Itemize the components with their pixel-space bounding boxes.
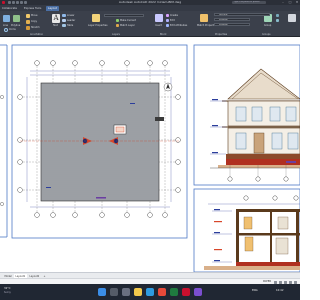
match-layer-icon[interactable] (116, 24, 119, 27)
linetype-combo[interactable]: ByLayer (214, 18, 250, 21)
search-taskbar-icon[interactable] (110, 288, 118, 296)
circle-label[interactable]: Circle (9, 28, 16, 31)
excel-icon[interactable] (170, 288, 178, 296)
teams-icon[interactable] (194, 288, 202, 296)
line-icon[interactable] (3, 15, 10, 22)
taskbar: 32°C Sunny ENG 10:42 (0, 284, 300, 300)
stretch-icon[interactable] (26, 26, 30, 30)
house-section (204, 195, 300, 270)
language-indicator[interactable]: ENG (252, 289, 258, 292)
drawing-canvas[interactable] (0, 37, 301, 273)
edit-attributes-icon[interactable] (166, 24, 169, 27)
create-block-icon[interactable] (166, 14, 169, 17)
polyline-label[interactable]: Polyline (11, 24, 20, 27)
file-explorer-icon[interactable] (134, 288, 142, 296)
line-label[interactable]: Line (3, 24, 8, 27)
text-icon[interactable]: A (52, 14, 60, 23)
linetype-value: ByLayer (219, 18, 228, 21)
move-label[interactable]: Move (31, 14, 37, 17)
copy-label[interactable]: Copy (31, 20, 37, 23)
edge-browser-icon[interactable] (146, 288, 154, 296)
search-input[interactable]: Type a keyword or phrase (232, 1, 266, 4)
utilities-icon[interactable] (288, 14, 296, 22)
ungroup-icon[interactable] (276, 14, 279, 17)
match-layer-label[interactable]: Match Layer (120, 24, 135, 27)
section-viewport[interactable] (193, 188, 301, 273)
lineweight-value: ByLayer (219, 23, 228, 26)
weather-desc[interactable]: Sunny (4, 291, 11, 294)
text-label[interactable]: Text (53, 24, 58, 27)
layer-combo[interactable] (104, 14, 144, 17)
group-edit-icon[interactable] (276, 19, 279, 22)
create-label[interactable]: Create (170, 14, 178, 17)
group-label[interactable]: Group (264, 24, 271, 27)
edit-label[interactable]: Edit (170, 19, 175, 22)
table-icon[interactable] (62, 24, 66, 27)
layer-color-swatch (106, 15, 108, 16)
grid-bubbles-top (34, 60, 168, 66)
roof-label-block (155, 117, 164, 121)
linear-dimension-icon[interactable] (62, 14, 66, 17)
north-arrow-icon (163, 82, 173, 92)
insert-block-icon[interactable] (155, 14, 163, 22)
leader-label[interactable]: Leader (67, 19, 75, 22)
layer-properties-label[interactable]: Layer Properties (88, 24, 108, 27)
polyline-icon[interactable] (13, 15, 20, 22)
current-layer-swatch (216, 14, 218, 15)
insert-label[interactable]: Insert (155, 24, 162, 27)
leader-icon[interactable] (62, 19, 66, 22)
match-properties-icon[interactable] (200, 14, 208, 22)
table-label[interactable]: Table (67, 24, 73, 27)
edit-attributes-label[interactable]: Edit Attributes (170, 24, 187, 27)
house-elevation (210, 68, 301, 182)
linear-label[interactable]: Linear (67, 14, 74, 17)
autocad-taskbar-icon[interactable] (182, 288, 190, 296)
grid-bubbles-bottom (34, 212, 168, 218)
current-layer-combo[interactable]: Surface (214, 13, 270, 16)
roof-plan-hatch[interactable] (40, 82, 160, 202)
drawing-area[interactable] (0, 37, 301, 273)
chimney (115, 126, 125, 133)
start-button-icon[interactable] (98, 288, 106, 296)
make-current-label[interactable]: Make Current (120, 19, 136, 22)
layer-properties-icon[interactable] (92, 14, 100, 22)
left-partial-viewport (0, 44, 8, 238)
move-icon[interactable] (26, 14, 30, 18)
stretch-label[interactable]: Stretch (31, 26, 40, 29)
circle-icon[interactable] (4, 28, 8, 32)
edit-block-icon[interactable] (166, 19, 169, 22)
task-view-icon[interactable] (122, 288, 130, 296)
lineweight-combo[interactable]: ByLayer (214, 23, 250, 26)
weather-temp[interactable]: 32°C (4, 287, 10, 290)
current-layer-value: Surface (219, 13, 228, 16)
copy-icon[interactable] (26, 20, 30, 24)
chrome-browser-icon[interactable] (158, 288, 166, 296)
make-current-icon[interactable] (116, 19, 119, 22)
clock[interactable]: 10:42 (276, 289, 283, 292)
